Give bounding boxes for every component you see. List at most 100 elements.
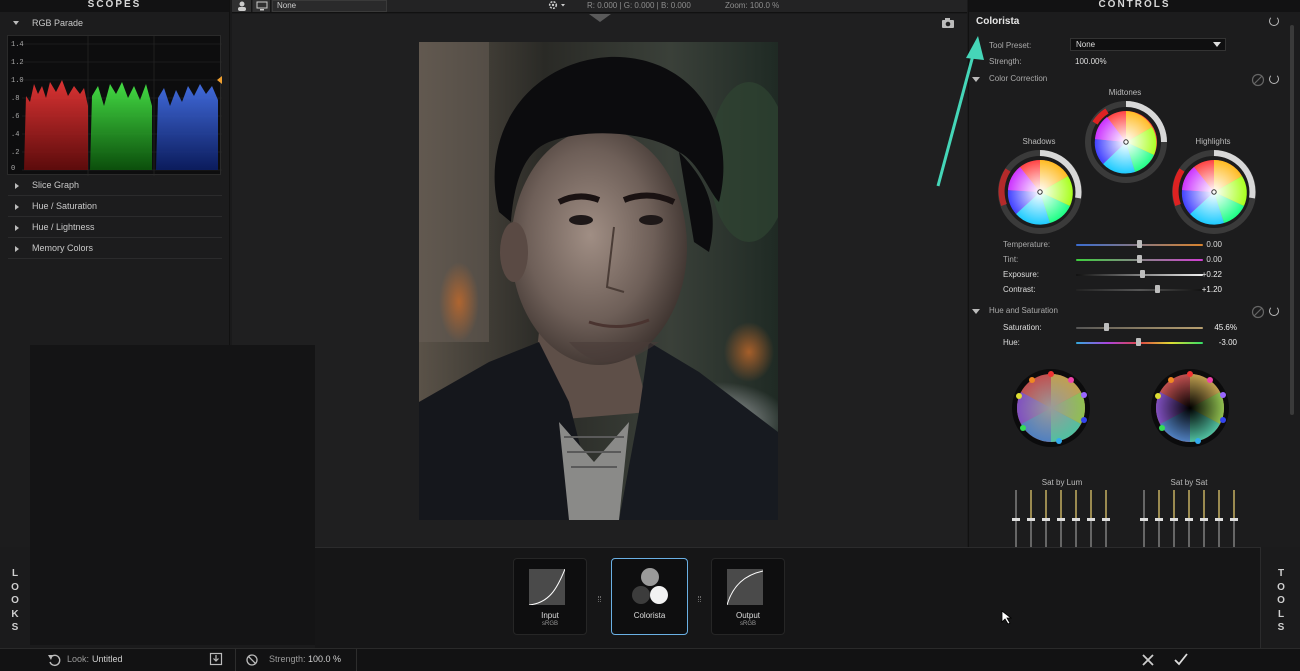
chevron-right-icon bbox=[15, 183, 19, 189]
strength-value: 100.00% bbox=[1075, 57, 1107, 66]
section-label: Hue / Saturation bbox=[32, 201, 98, 211]
status-strength-label: Strength: bbox=[269, 654, 306, 664]
curve-thumbnail bbox=[529, 569, 565, 605]
input-node[interactable]: Input sRGB bbox=[513, 558, 587, 635]
temperature-label: Temperature: bbox=[1003, 240, 1051, 249]
tools-tab-label: TOOLS bbox=[1274, 567, 1288, 635]
section-memory-colors[interactable]: Memory Colors bbox=[8, 238, 222, 259]
divider bbox=[235, 649, 236, 671]
y-tick: 1.0 bbox=[11, 77, 24, 85]
save-look-icon[interactable] bbox=[209, 652, 223, 666]
shadows-label: Shadows bbox=[1022, 137, 1056, 146]
reset-icon[interactable] bbox=[1269, 74, 1279, 84]
hue-wheel-left[interactable] bbox=[1011, 368, 1091, 448]
monitor-button[interactable] bbox=[253, 0, 271, 12]
tool-preset-label: Tool Preset: bbox=[989, 41, 1032, 50]
section-hue-saturation[interactable]: Hue / Saturation bbox=[8, 196, 222, 217]
color-correction-label: Color Correction bbox=[989, 74, 1048, 83]
apply-checkmark-icon[interactable] bbox=[1173, 652, 1189, 666]
node-title: Output bbox=[735, 611, 760, 620]
preview-photo bbox=[419, 42, 778, 520]
portrait-image bbox=[419, 42, 778, 520]
tint-label: Tint: bbox=[1003, 255, 1019, 264]
output-node[interactable]: Output sRGB bbox=[711, 558, 785, 635]
image-viewer[interactable] bbox=[232, 14, 967, 547]
hue-thumb[interactable] bbox=[1136, 338, 1141, 346]
exposure-label: Exposure: bbox=[1003, 270, 1040, 279]
contrast-thumb[interactable] bbox=[1155, 285, 1160, 293]
controls-panel: CONTROLS Colorista Tool Preset: None Str… bbox=[968, 0, 1300, 547]
sat-by-lum-label: Sat by Lum bbox=[1041, 478, 1083, 487]
tools-tab[interactable]: TOOLS bbox=[1260, 547, 1300, 648]
pipeline-strip: Input sRGB Colorista Output sRGB bbox=[315, 547, 1260, 648]
hue-label: Hue: bbox=[1003, 338, 1020, 347]
collapse-arrow-icon[interactable] bbox=[589, 14, 611, 24]
midtones-wheel[interactable] bbox=[1085, 101, 1167, 183]
tool-preset-select[interactable]: None bbox=[1070, 38, 1226, 51]
saturation-slider[interactable] bbox=[1076, 327, 1203, 329]
section-label: Hue / Lightness bbox=[32, 222, 95, 232]
sat-by-sat-faders[interactable] bbox=[1137, 488, 1247, 547]
chevron-right-icon bbox=[15, 246, 19, 252]
strength-label: Strength: bbox=[989, 57, 1022, 66]
look-label: Look: bbox=[67, 654, 90, 664]
user-button[interactable] bbox=[232, 0, 252, 12]
tools-text: TOOLS bbox=[1277, 568, 1285, 633]
annotation-arrow bbox=[936, 36, 984, 187]
node-connector bbox=[598, 596, 601, 602]
reset-icon[interactable] bbox=[1269, 306, 1279, 316]
highlights-wheel[interactable] bbox=[1172, 150, 1256, 234]
tint-thumb[interactable] bbox=[1137, 255, 1142, 263]
reset-icon[interactable] bbox=[1269, 16, 1279, 26]
colorista-thumbnail bbox=[632, 568, 668, 604]
looks-tab[interactable]: LOOKS bbox=[0, 547, 30, 648]
section-slice-graph[interactable]: Slice Graph bbox=[8, 175, 222, 196]
top-toolbar: None R: 0.000 | G: 0.000 | B: 0.000 Zoom… bbox=[232, 0, 967, 13]
bypass-strength-icon[interactable] bbox=[245, 653, 259, 667]
saturation-thumb[interactable] bbox=[1104, 323, 1109, 331]
y-tick: 1.2 bbox=[11, 59, 24, 67]
highlights-label: Highlights bbox=[1195, 137, 1231, 146]
sat-by-lum-faders[interactable] bbox=[1009, 488, 1119, 547]
undo-icon[interactable] bbox=[47, 653, 61, 667]
node-subtitle: sRGB bbox=[541, 621, 558, 627]
node-title: Colorista bbox=[633, 611, 666, 620]
overlay-block bbox=[30, 345, 315, 645]
section-label: Slice Graph bbox=[32, 180, 80, 190]
contrast-label: Contrast: bbox=[1003, 285, 1036, 294]
rgb-parade-header[interactable]: RGB Parade bbox=[8, 12, 221, 34]
colorista-node[interactable]: Colorista bbox=[611, 558, 688, 635]
temperature-thumb[interactable] bbox=[1137, 240, 1142, 248]
chevron-right-icon bbox=[15, 204, 19, 210]
bypass-icon[interactable] bbox=[1251, 305, 1265, 319]
hue-wheel-right[interactable] bbox=[1150, 368, 1230, 448]
chevron-down-icon bbox=[13, 21, 19, 25]
saturation-label: Saturation: bbox=[1003, 323, 1042, 332]
node-title: Input bbox=[541, 611, 559, 620]
contrast-value: +1.20 bbox=[1201, 285, 1222, 294]
chevron-down-icon bbox=[1213, 42, 1221, 47]
monitor-icon bbox=[256, 1, 268, 11]
look-value: Untitled bbox=[92, 654, 123, 664]
section-label: Memory Colors bbox=[32, 243, 94, 253]
shadows-wheel[interactable] bbox=[998, 150, 1082, 234]
section-hue-lightness[interactable]: Hue / Lightness bbox=[8, 217, 222, 238]
temperature-value: 0.00 bbox=[1206, 240, 1222, 249]
exposure-thumb[interactable] bbox=[1140, 270, 1145, 278]
node-connector bbox=[698, 596, 701, 602]
chevron-down-icon bbox=[972, 309, 980, 314]
cancel-icon[interactable] bbox=[1141, 653, 1155, 667]
divider bbox=[356, 649, 357, 671]
mouse-cursor-icon bbox=[1001, 610, 1013, 625]
preview-preset-select[interactable]: None bbox=[272, 0, 387, 12]
tint-value: 0.00 bbox=[1206, 255, 1222, 264]
y-tick: 0 bbox=[11, 165, 16, 173]
controls-title: CONTROLS bbox=[969, 0, 1300, 12]
looks-text: LOOKS bbox=[11, 568, 19, 633]
node-subtitle: sRGB bbox=[739, 621, 756, 627]
tool-name: Colorista bbox=[976, 16, 1020, 27]
controls-scrollbar[interactable] bbox=[1290, 25, 1294, 415]
status-bar: Look: Untitled Strength: 100.0 % bbox=[0, 648, 1300, 671]
saturation-value: 45.6% bbox=[1214, 323, 1237, 332]
settings-button[interactable] bbox=[546, 0, 568, 12]
